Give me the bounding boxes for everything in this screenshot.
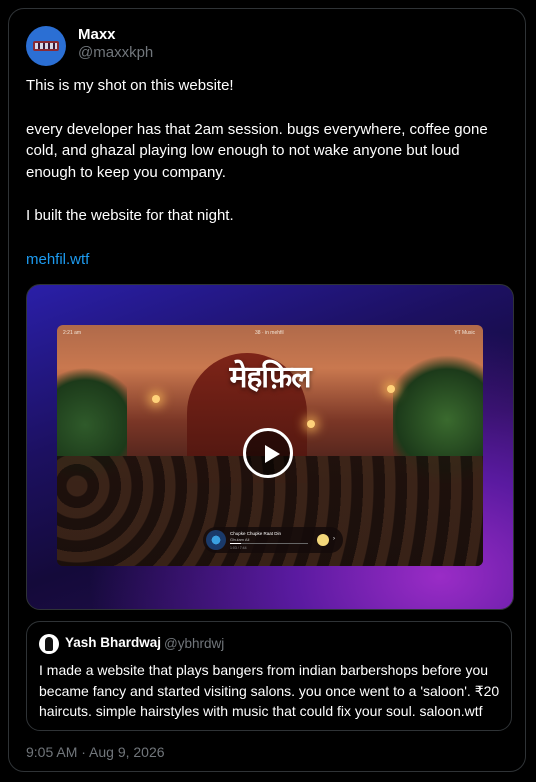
post-paragraph: every developer has that 2am session. bu… — [26, 120, 488, 181]
post-paragraph: This is my shot on this website! — [26, 77, 234, 94]
post-text: This is my shot on this website! every d… — [26, 75, 506, 227]
track-title: Chupke Chupke Raat Din — [230, 531, 282, 536]
lamp-decoration — [152, 395, 160, 403]
quoted-author-handle: @ybhrdwj — [164, 636, 225, 651]
quoted-author-name: Yash Bhardwaj — [65, 635, 162, 650]
post-link[interactable]: mehfil.wtf — [26, 251, 89, 268]
track-progress-fill — [230, 543, 241, 544]
next-icon: › — [333, 536, 335, 542]
author-name[interactable]: Maxx — [78, 26, 116, 43]
track-progress — [230, 543, 308, 544]
music-source: YT Music — [454, 330, 475, 336]
quoted-post-text: I made a website that plays bangers from… — [39, 662, 500, 719]
site-clock: 2:21 am — [63, 330, 82, 336]
site-logo: मेहफ़िल — [229, 360, 311, 395]
pause-icon — [317, 534, 329, 546]
lamp-decoration — [307, 420, 315, 428]
video-media[interactable]: 2:21 am 38 · in mehfil YT Music मेहफ़िल … — [26, 284, 514, 610]
play-icon[interactable] — [243, 428, 293, 478]
album-art-icon — [206, 530, 226, 550]
avatar-graphic-detail — [35, 43, 57, 49]
mini-player: Chupke Chupke Raat Din Ghulam Ali 1:03 /… — [203, 527, 343, 553]
post-card: Maxx @maxxkph This is my shot on this we… — [8, 8, 526, 772]
author-avatar[interactable] — [26, 26, 66, 66]
post-paragraph: I built the website for that night. — [26, 207, 234, 224]
author-handle[interactable]: @maxxkph — [78, 44, 153, 61]
quoted-author-avatar — [39, 634, 59, 654]
track-time: 1:03 / 7:44 — [230, 546, 247, 550]
track-artist: Ghulam Ali — [230, 537, 250, 542]
lamp-decoration — [387, 385, 395, 393]
post-timestamp[interactable]: 9:05 AM · Aug 9, 2026 — [26, 744, 165, 760]
listener-count: 38 · in mehfil — [255, 330, 284, 336]
quoted-post[interactable]: Yash Bhardwaj @ybhrdwj I made a website … — [26, 621, 512, 731]
